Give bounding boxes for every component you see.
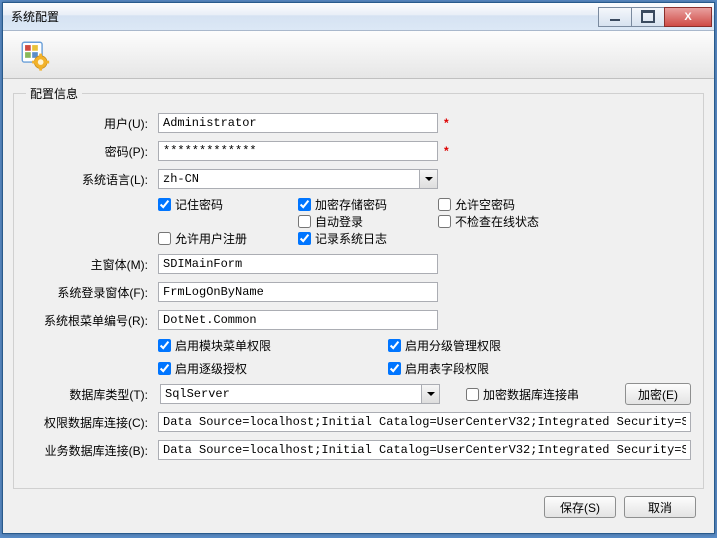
moduleperm-checkbox[interactable]: [158, 339, 171, 352]
save-button[interactable]: 保存(S): [544, 496, 616, 518]
syslog-checkbox[interactable]: [298, 232, 311, 245]
language-select[interactable]: [158, 169, 438, 189]
config-icon[interactable]: [15, 36, 55, 74]
maximize-button[interactable]: [631, 7, 665, 27]
bizdb-input[interactable]: [158, 440, 691, 460]
group-legend: 配置信息: [26, 85, 82, 102]
dbtype-select[interactable]: [160, 384, 440, 404]
encryptpwd-checkbox[interactable]: [298, 198, 311, 211]
cancel-button[interactable]: 取消: [624, 496, 696, 518]
window-root: 系统配置 X 配置信息: [2, 2, 715, 534]
rootmenu-input[interactable]: [158, 310, 438, 330]
chevron-down-icon[interactable]: [419, 170, 437, 188]
chevron-down-icon[interactable]: [421, 385, 439, 403]
window-controls: X: [599, 7, 712, 27]
user-input[interactable]: [158, 113, 438, 133]
user-label: 用户(U):: [26, 115, 152, 132]
permdb-label: 权限数据库连接(C):: [26, 414, 152, 431]
orgperm-checkbox[interactable]: [388, 339, 401, 352]
required-marker: *: [444, 116, 456, 130]
remember-checkbox[interactable]: [158, 198, 171, 211]
bottom-bar: 保存(S) 取消: [13, 489, 704, 525]
language-label: 系统语言(L):: [26, 171, 152, 188]
minimize-button[interactable]: [598, 7, 632, 27]
nocheckonline-checkbox[interactable]: [438, 215, 451, 228]
window-title: 系统配置: [11, 8, 599, 25]
permdb-input[interactable]: [158, 412, 691, 432]
password-input[interactable]: [158, 141, 438, 161]
encryptconn-checkbox[interactable]: [466, 388, 479, 401]
rootmenu-label: 系统根菜单编号(R):: [26, 312, 152, 329]
toolbar: [3, 31, 714, 79]
config-group: 配置信息 用户(U): * 密码(P): * 系统语言(L):: [13, 85, 704, 489]
titlebar[interactable]: 系统配置 X: [3, 3, 714, 31]
password-label: 密码(P):: [26, 143, 152, 160]
fieldperm-checkbox[interactable]: [388, 362, 401, 375]
required-marker: *: [444, 144, 456, 158]
cascadeperm-checkbox[interactable]: [158, 362, 171, 375]
mainform-input[interactable]: [158, 254, 438, 274]
logonform-label: 系统登录窗体(F):: [26, 284, 152, 301]
close-button[interactable]: X: [664, 7, 712, 27]
mainform-label: 主窗体(M):: [26, 256, 152, 273]
encrypt-button[interactable]: 加密(E): [625, 383, 691, 405]
logonform-input[interactable]: [158, 282, 438, 302]
allowempty-checkbox[interactable]: [438, 198, 451, 211]
content-area: 配置信息 用户(U): * 密码(P): * 系统语言(L):: [3, 79, 714, 533]
allowreg-checkbox[interactable]: [158, 232, 171, 245]
dbtype-label: 数据库类型(T):: [26, 386, 152, 403]
autologin-checkbox[interactable]: [298, 215, 311, 228]
bizdb-label: 业务数据库连接(B):: [26, 442, 152, 459]
